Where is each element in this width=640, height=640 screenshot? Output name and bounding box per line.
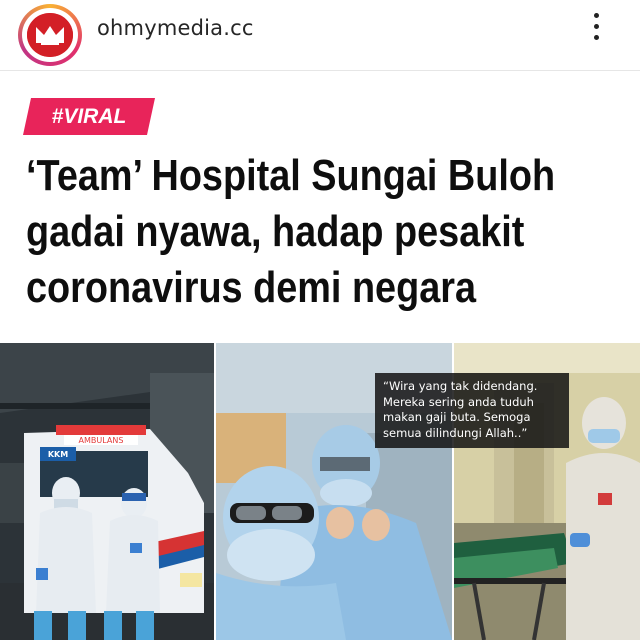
headline: ‘Team’ Hospital Sungai Buloh gadai nyawa… <box>26 148 556 316</box>
ambulance-badge: KKM <box>48 450 68 459</box>
avatar[interactable] <box>18 4 82 66</box>
viral-tag: #VIRAL <box>23 98 155 135</box>
post-header: ohmymedia.cc <box>0 0 640 71</box>
headline-line: coronavirus demi negara <box>26 263 477 312</box>
ohmymedia-logo-icon <box>27 13 73 57</box>
quote-box: “Wira yang tak didendang. Mereka sering … <box>375 373 569 448</box>
quote-line: “Wira yang tak didendang. <box>383 379 538 393</box>
photo-collage: AMBULANS KKM “Wira yang tak didendang. M… <box>0 343 640 640</box>
username[interactable]: ohmymedia.cc <box>97 16 254 40</box>
quote-line: semua dilindungi Allah..” <box>383 425 528 440</box>
headline-line: gadai nyawa, hadap pesakit <box>26 207 525 256</box>
headline-line: ‘Team’ Hospital Sungai Buloh <box>26 151 556 200</box>
photo-ambulance: AMBULANS KKM <box>0 343 214 640</box>
viral-tag-label: #VIRAL <box>51 105 127 128</box>
ambulance-label: AMBULANS <box>79 436 124 445</box>
quote-line: makan gaji buta. Semoga <box>383 410 531 424</box>
post-image[interactable]: #VIRAL ‘Team’ Hospital Sungai Buloh gada… <box>0 71 640 640</box>
more-vertical-icon[interactable] <box>584 10 608 44</box>
quote-line: Mereka sering anda tuduh <box>383 394 534 409</box>
